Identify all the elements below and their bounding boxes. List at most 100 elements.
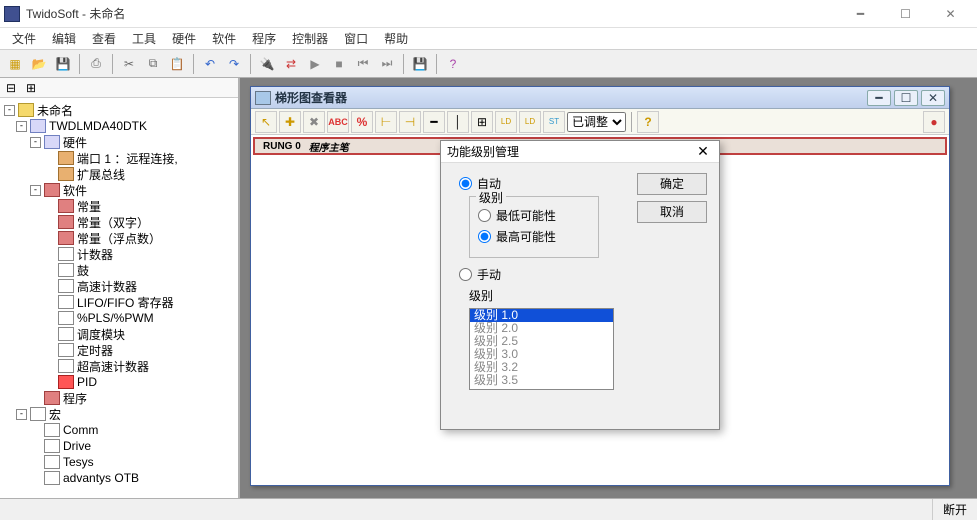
dialog-close-button[interactable]: ✕	[693, 143, 713, 160]
tree-port[interactable]: 端口 1 ：远程连接,	[77, 150, 178, 167]
run-icon[interactable]: ▶	[304, 53, 326, 75]
tool-line-icon[interactable]: ━	[423, 111, 445, 133]
expander-icon[interactable]: -	[30, 137, 41, 148]
view-mode-select[interactable]: 已调整	[567, 112, 626, 132]
tree-sw-item[interactable]: LIFO/FIFO 寄存器	[77, 294, 174, 311]
tool-percent-icon[interactable]: %	[351, 111, 373, 133]
collapse-all-icon[interactable]: ⊟	[2, 80, 20, 96]
tree-macro-item[interactable]: Drive	[63, 439, 91, 453]
level-listbox[interactable]: 级别 1.0 级别 2.0 级别 2.5 级别 3.0 级别 3.2 级别 3.…	[469, 308, 614, 390]
expander-icon[interactable]: -	[30, 185, 41, 196]
cancel-button[interactable]: 取消	[637, 201, 707, 223]
expand-all-icon[interactable]: ⊞	[22, 80, 40, 96]
tool-cursor-icon[interactable]: ↖	[255, 111, 277, 133]
close-button[interactable]: ✕	[928, 0, 973, 28]
new-icon[interactable]: ▦	[4, 53, 26, 75]
tool-help-icon[interactable]: ?	[637, 111, 659, 133]
menu-view[interactable]: 查看	[84, 28, 124, 49]
tool-contact-icon[interactable]: ⊢	[375, 111, 397, 133]
menu-file[interactable]: 文件	[4, 28, 44, 49]
tree-macros[interactable]: 宏	[49, 406, 61, 423]
open-icon[interactable]: 📂	[28, 53, 50, 75]
menu-window[interactable]: 窗口	[336, 28, 376, 49]
app-icon	[4, 6, 20, 22]
tree-macro-item[interactable]: Tesys	[63, 455, 94, 469]
tool-ld2-icon[interactable]: LD	[519, 111, 541, 133]
tree-sw-item[interactable]: 鼓	[77, 262, 89, 279]
save2-icon[interactable]: 💾	[409, 53, 431, 75]
menu-software[interactable]: 软件	[204, 28, 244, 49]
undo-icon[interactable]: ↶	[199, 53, 221, 75]
radio-low-input[interactable]	[478, 209, 491, 222]
radio-manual-input[interactable]	[459, 268, 472, 281]
transfer-icon[interactable]: ⇄	[280, 53, 302, 75]
tree-sw-item[interactable]: PID	[77, 375, 97, 389]
inner-close-button[interactable]: ✕	[921, 90, 945, 106]
radio-manual[interactable]: 手动	[459, 266, 709, 283]
tree-sw-item[interactable]: 计数器	[77, 246, 113, 263]
tool-grid-icon[interactable]: ⊞	[471, 111, 493, 133]
print-icon[interactable]: ⎙	[85, 53, 107, 75]
port-icon	[58, 151, 74, 165]
maximize-button[interactable]: ☐	[883, 0, 928, 28]
tool-ld1-icon[interactable]: LD	[495, 111, 517, 133]
tree-program[interactable]: 程序	[63, 390, 87, 407]
connect-icon[interactable]: 🔌	[256, 53, 278, 75]
ok-button[interactable]: 确定	[637, 173, 707, 195]
redo-icon[interactable]: ↷	[223, 53, 245, 75]
pid-icon	[58, 375, 74, 389]
copy-icon[interactable]: ⧉	[142, 53, 164, 75]
inner-minimize-button[interactable]: ━	[867, 90, 891, 106]
tree-device[interactable]: TWDLMDA40DTK	[49, 119, 147, 133]
minimize-button[interactable]: ━	[838, 0, 883, 28]
menu-controller[interactable]: 控制器	[284, 28, 336, 49]
radio-low[interactable]: 最低可能性	[478, 207, 590, 224]
tree-macro-item[interactable]: Comm	[63, 423, 98, 437]
tree-software[interactable]: 软件	[63, 182, 87, 199]
tool-record-icon[interactable]: ●	[923, 111, 945, 133]
tree-sw-item[interactable]: 超高速计数器	[77, 358, 149, 375]
tree-panel: ⊟ ⊞ -未命名 -TWDLMDA40DTK -硬件 端口 1 ：远程连接, 扩…	[0, 78, 240, 498]
radio-high-input[interactable]	[478, 230, 491, 243]
cut-icon[interactable]: ✂	[118, 53, 140, 75]
const-icon	[58, 231, 74, 245]
inner-maximize-button[interactable]: ☐	[894, 90, 918, 106]
expander-icon[interactable]: -	[16, 409, 27, 420]
tree-root[interactable]: 未命名	[37, 102, 73, 119]
tool-delete-icon[interactable]: ✖	[303, 111, 325, 133]
rewind-icon[interactable]: ⏮	[352, 53, 374, 75]
expander-icon[interactable]: -	[16, 121, 27, 132]
stop-icon[interactable]: ■	[328, 53, 350, 75]
tree-sw-item[interactable]: 调度模块	[77, 326, 125, 343]
radio-auto-input[interactable]	[459, 177, 472, 190]
tree-sw-item[interactable]: 定时器	[77, 342, 113, 359]
tree-sw-item[interactable]: 常量	[77, 198, 101, 215]
menu-help[interactable]: 帮助	[376, 28, 416, 49]
tool-vert-icon[interactable]: │	[447, 111, 469, 133]
timer-icon	[58, 343, 74, 357]
tree-hardware[interactable]: 硬件	[63, 134, 87, 151]
tree-sw-item[interactable]: 常量（双字）	[77, 214, 149, 231]
menu-tools[interactable]: 工具	[124, 28, 164, 49]
expander-icon[interactable]: -	[4, 105, 15, 116]
tree-sw-item[interactable]: 高速计数器	[77, 278, 137, 295]
tree-bus[interactable]: 扩展总线	[77, 166, 125, 183]
menu-hardware[interactable]: 硬件	[164, 28, 204, 49]
menu-edit[interactable]: 编辑	[44, 28, 84, 49]
radio-high[interactable]: 最高可能性	[478, 228, 590, 245]
tool-insert-icon[interactable]: ✚	[279, 111, 301, 133]
step-icon[interactable]: ⏭	[376, 53, 398, 75]
tool-step-icon[interactable]: ST	[543, 111, 565, 133]
paste-icon[interactable]: 📋	[166, 53, 188, 75]
tree-sw-item[interactable]: 常量（浮点数）	[77, 230, 161, 247]
tool-abc-icon[interactable]: ABC	[327, 111, 349, 133]
tool-coil-icon[interactable]: ⊣	[399, 111, 421, 133]
save-icon[interactable]: 💾	[52, 53, 74, 75]
pls-icon	[58, 311, 74, 325]
project-tree[interactable]: -未命名 -TWDLMDA40DTK -硬件 端口 1 ：远程连接, 扩展总线 …	[0, 98, 238, 498]
tree-macro-item[interactable]: advantys OTB	[63, 471, 139, 485]
help-icon[interactable]: ?	[442, 53, 464, 75]
level-option[interactable]: 级别 3.5	[470, 374, 613, 387]
menu-program[interactable]: 程序	[244, 28, 284, 49]
tree-sw-item[interactable]: %PLS/%PWM	[77, 311, 154, 325]
